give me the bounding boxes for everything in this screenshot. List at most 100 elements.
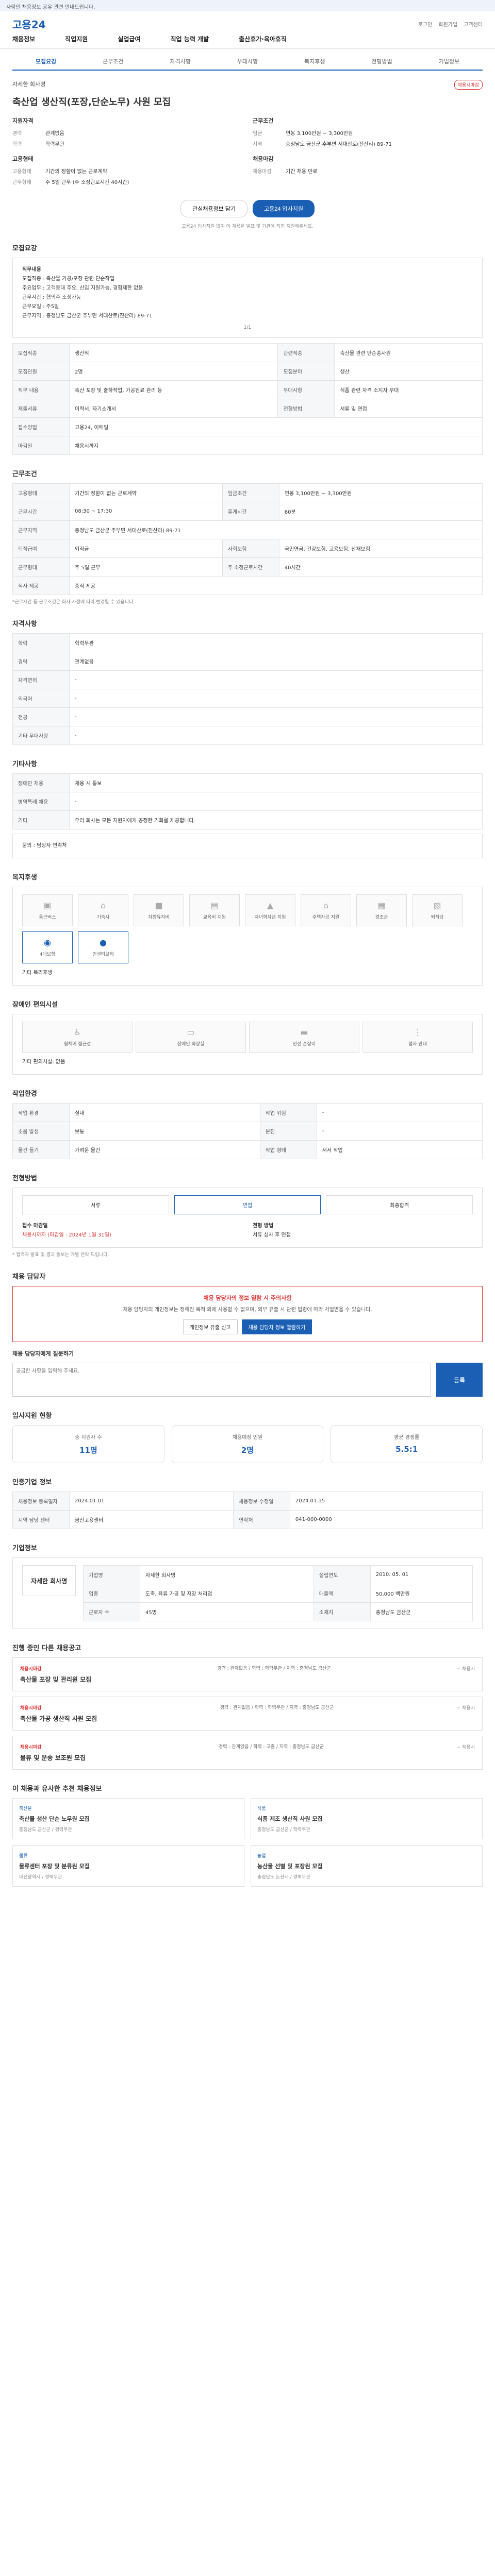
table-row: 퇴직급여 퇴직금 사회보험 국민연금, 건강보험, 고용보험, 산재보험 xyxy=(12,539,483,558)
list-item[interactable]: 농업 농산물 선별 및 포장원 모집 충청남도 논산시 / 경력무관 xyxy=(251,1845,483,1887)
section-title: 장애인 편의시설 xyxy=(12,1001,58,1009)
section-title: 모집요강 xyxy=(12,245,37,252)
section-title: 인증기업 정보 xyxy=(12,1479,52,1486)
tab-welfare[interactable]: 복지후생 xyxy=(281,53,348,70)
section-title: 진행 중인 다른 채용공고 xyxy=(12,1645,81,1652)
gnb-item[interactable]: 실업급여 xyxy=(118,35,140,43)
coin-icon: ● xyxy=(100,938,107,947)
support-link[interactable]: 고객센터 xyxy=(464,20,483,28)
table-row: 자격면허 - xyxy=(12,670,483,689)
gift-icon: ▦ xyxy=(377,901,386,910)
table-row: 지역 담당 센터 금산고용센터 연락처 041-000-0000 xyxy=(12,1510,483,1529)
table-row: 기업명 자세한 회사명 설립연도 2010. 05. 01 xyxy=(83,1565,473,1584)
tab-corp[interactable]: 기업정보 xyxy=(416,53,483,70)
list-item[interactable]: 채용시마감 축산물 가공 생산직 사원 모집 경력 : 관계없음 / 학력 : 학… xyxy=(12,1697,483,1731)
summary-row: 지역 충청남도 금산군 추부면 서대산로(진산리) 89-71 xyxy=(253,142,392,147)
question-submit-button[interactable]: 등록 xyxy=(436,1363,483,1397)
login-link[interactable]: 로그인 xyxy=(418,20,433,28)
summary-row: 경력 관계없음 xyxy=(12,131,64,137)
gnb-item[interactable]: 채용정보 xyxy=(12,35,35,43)
qual-section: 자격사항 학력 학력무관 경력 관계없음 자격면허 - 외국어 - 전공 - 기타 우대사… xyxy=(12,618,483,745)
list-item[interactable]: 식품 식품 제조 생산직 사원 모집 충청남도 금산군 / 학력무관 xyxy=(251,1798,483,1839)
contact-alert: 채용 담당자의 정보 열람 시 주의사항 채용 담당자의 개인정보는 정해진 목… xyxy=(12,1286,483,1342)
view-contact-button[interactable]: 채용 담당자 정보 열람하기 xyxy=(241,1319,312,1334)
section-title: 복지후생 xyxy=(12,874,37,882)
welfare-item: ● 인센티브제 xyxy=(78,931,128,963)
list-item[interactable]: 축산물 축산물 생산 단순 노무원 모집 충청남도 금산군 / 경력무관 xyxy=(12,1798,244,1839)
home-icon: ⌂ xyxy=(323,901,329,910)
tab-process[interactable]: 전형방법 xyxy=(348,53,415,70)
corp-table: 기업명 자세한 회사명 설립연도 2010. 05. 01 업종 도축, 육류 가공 및… xyxy=(83,1565,473,1621)
tab-recruit[interactable]: 모집요강 xyxy=(12,53,79,70)
process-step: 서류 xyxy=(22,1195,169,1214)
book-icon: ▤ xyxy=(210,901,219,910)
etc-contact: 문의 : 담당자 연락처 xyxy=(12,834,483,858)
company-name[interactable]: 자세한 회사명 xyxy=(12,80,45,90)
tab-qual[interactable]: 자격사항 xyxy=(147,53,214,70)
list-item[interactable]: 채용시마감 물류 및 운송 보조원 모집 경력 : 관계없음 / 학력 : 고졸 … xyxy=(12,1736,483,1770)
table-row: 병역특례 채용 - xyxy=(12,792,483,811)
contact-section: 채용 담당자 채용 담당자의 정보 열람 시 주의사항 채용 담당자의 개인정보… xyxy=(12,1271,483,1397)
toilet-icon: ▭ xyxy=(187,1027,195,1037)
table-row: 장애인 채용 채용 시 통보 xyxy=(12,773,483,792)
summary-row: 임금 연봉 3,100만원 ~ 3,300만원 xyxy=(253,131,353,137)
signup-link[interactable]: 회원가입 xyxy=(438,20,457,28)
cap-icon: ▲ xyxy=(267,901,274,910)
summary-left: 지원자격 경력 관계없음 학력 학력무관 고용형태 고용형태 기간의 정함이 없는 근… xyxy=(12,116,242,189)
wheelchair-icon: ♿ xyxy=(73,1027,81,1037)
recruit-table: 모집직종 생산직 관련직종 축산물 관련 단순종사원 모집인원 2명 모집분야 생산 직무 … xyxy=(12,343,483,455)
table-row: 기타 우리 회사는 모든 지원자에게 공정한 기회를 제공합니다. xyxy=(12,810,483,829)
facility-item: ▭ 장애인 화장실 xyxy=(136,1022,246,1053)
recruit-line: 근무지역 : 충청남도 금산군 추부면 서대산로(진산리) 89-71 xyxy=(22,313,153,319)
welfare-item: ⌂ 기숙사 xyxy=(78,894,128,926)
welfare-item: ▦ 경조금 xyxy=(356,894,407,926)
disabled-section: 장애인 편의시설 ♿ 휠체어 접근성 ▭ 장애인 화장실 ▬ 안전 손잡이 ⋮ 점자 안… xyxy=(12,999,483,1075)
process-steps: 서류 면접 최종합격 xyxy=(22,1195,473,1214)
apply-button[interactable]: 고용24 입사지원 xyxy=(253,200,315,217)
wallet-icon: ▧ xyxy=(433,901,441,910)
table-row: 외국어 - xyxy=(12,689,483,708)
table-row: 모집인원 2명 모집분야 생산 xyxy=(12,362,483,381)
recruit-line: 모집직종 : 축산물 가공/포장 관련 단순작업 xyxy=(22,276,115,282)
stat-card: 총 지원자 수 11명 xyxy=(12,1425,164,1463)
braille-icon: ⋮ xyxy=(414,1027,422,1037)
top-notice: 사람인 채용정보 공유 관련 안내드립니다. xyxy=(0,0,495,11)
table-row: 근무형태 주 5일 근무 주 소정근로시간 40시간 xyxy=(12,557,483,577)
facility-item: ♿ 휠체어 접근성 xyxy=(22,1022,133,1053)
etc-table: 장애인 채용 채용 시 통보 병역특례 채용 - 기타 우리 회사는 모든 지원자에게… xyxy=(12,773,483,829)
list-item[interactable]: 물류 물류센터 포장 및 분류원 모집 대전광역시 / 경력무관 xyxy=(12,1845,244,1887)
disabled-icons: ♿ 휠체어 접근성 ▭ 장애인 화장실 ▬ 안전 손잡이 ⋮ 점자 안내 xyxy=(22,1022,473,1053)
list-item[interactable]: 채용시마감 축산물 포장 및 관리원 모집 경력 : 관계없음 / 학력 : 학력… xyxy=(12,1657,483,1691)
gnb-item[interactable]: 직업 능력 개발 xyxy=(171,35,209,43)
report-button[interactable]: 개인정보 유출 신고 xyxy=(183,1319,238,1334)
section-title: 입사지원 현황 xyxy=(12,1412,52,1420)
alert-buttons: 개인정보 유출 신고 채용 담당자 정보 열람하기 xyxy=(20,1319,475,1334)
global-nav: 채용정보 직업지원 실업급여 직업 능력 개발 출산휴가·육아휴직 xyxy=(0,31,495,49)
welfare-item: ◉ 4대보험 xyxy=(22,931,73,963)
table-row: 작업 환경 실내 작업 위험 - xyxy=(12,1103,483,1122)
handrail-icon: ▬ xyxy=(300,1027,308,1037)
section-title: 채용 담당자 xyxy=(12,1273,46,1281)
tab-pref[interactable]: 우대사항 xyxy=(214,53,281,70)
welfare-box: ▣ 통근버스 ⌂ 기숙사 ■ 차량유지비 ▤ 교육비 지원 ▲ 자녀학자금 지원 ⌂ 주택자… xyxy=(12,887,483,986)
table-row: 직무 내용 축산 포장 및 출하작업, 가공원료 관리 등 우대사항 식품 관련 자격… xyxy=(12,380,483,399)
house-icon: ⌂ xyxy=(100,901,106,910)
question-input[interactable] xyxy=(12,1363,431,1397)
section-title: 자격사항 xyxy=(12,620,37,628)
header: 고용24 로그인 회원가입 고객센터 xyxy=(0,11,495,31)
table-row: 제출서류 이력서, 자기소개서 전형방법 서류 및 면접 xyxy=(12,399,483,418)
table-row: 식사 제공 중식 제공 xyxy=(12,576,483,595)
section-title: 이 채용과 유사한 추천 채용정보 xyxy=(12,1785,102,1793)
header-links: 로그인 회원가입 고객센터 xyxy=(418,20,483,28)
work-section: 근무조건 고용형태 기간의 정함이 없는 근로계약 임금조건 연봉 3,100만원 ~… xyxy=(12,468,483,605)
facility-item: ⋮ 점자 안내 xyxy=(362,1022,473,1053)
tab-work[interactable]: 근무조건 xyxy=(79,53,146,70)
gnb-item[interactable]: 출산휴가·육아휴직 xyxy=(239,35,287,43)
summary-heading: 고용형태 xyxy=(12,156,34,162)
gnb-item[interactable]: 직업지원 xyxy=(65,35,88,43)
pager[interactable]: 1/1 xyxy=(22,325,473,330)
like-button[interactable]: 관심채용정보 담기 xyxy=(180,200,248,217)
site-logo[interactable]: 고용24 xyxy=(12,16,46,31)
apply-note: 고용24 입사지원 없이 이 채용은 발표 및 기관에 직접 지원해주세요. xyxy=(182,224,314,229)
summary-heading: 채용마감 xyxy=(253,156,274,162)
